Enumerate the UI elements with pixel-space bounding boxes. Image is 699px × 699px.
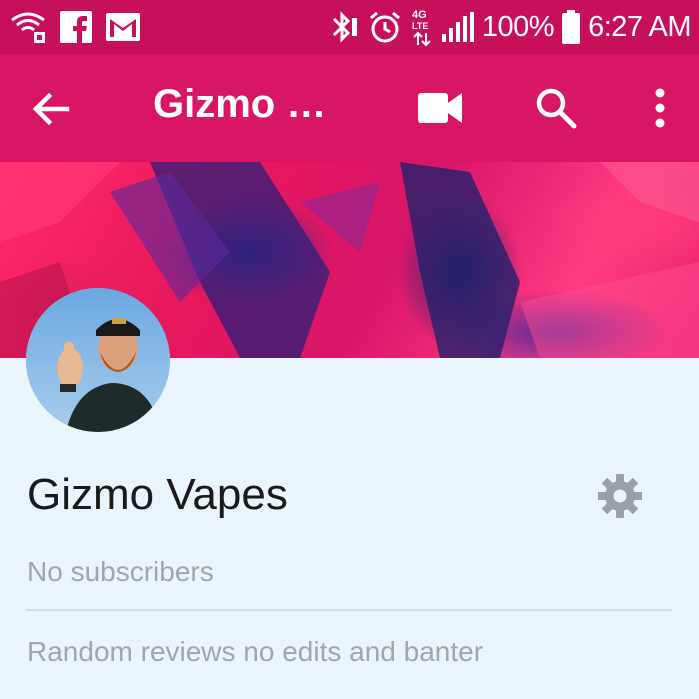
avatar[interactable] — [26, 288, 170, 432]
clock: 6:27 AM — [588, 10, 691, 43]
video-camera-icon — [418, 93, 462, 123]
battery-icon — [562, 10, 581, 44]
lte-icon: 4G LTE — [410, 7, 434, 47]
svg-text:4G: 4G — [412, 9, 427, 21]
back-button[interactable] — [26, 84, 76, 134]
status-bar: 4G LTE 100% 6:27 AM — [0, 0, 699, 54]
channel-description: Random reviews no edits and banter — [27, 636, 484, 667]
battery-percent: 100% — [481, 10, 555, 43]
channel-name: Gizmo Vapes — [27, 470, 288, 519]
back-arrow-icon — [32, 92, 70, 126]
subscriber-count: No subscribers — [27, 556, 214, 587]
facebook-icon — [60, 11, 92, 43]
channel-settings-button[interactable] — [596, 472, 644, 520]
more-options-button[interactable] — [640, 82, 680, 134]
signal-icon — [441, 12, 474, 42]
wifi-call-icon — [10, 10, 46, 44]
search-button[interactable] — [530, 82, 582, 134]
search-icon — [536, 88, 577, 129]
gear-icon — [598, 474, 642, 518]
gmail-icon — [106, 13, 140, 41]
app-bar: Gizmo V… — [0, 54, 699, 162]
upload-video-button[interactable] — [412, 88, 468, 128]
page-title: Gizmo V… — [153, 82, 353, 126]
divider — [26, 609, 672, 611]
bluetooth-icon — [330, 10, 360, 44]
svg-text:LTE: LTE — [412, 21, 428, 31]
more-vert-icon — [655, 88, 665, 128]
alarm-icon — [368, 10, 402, 44]
